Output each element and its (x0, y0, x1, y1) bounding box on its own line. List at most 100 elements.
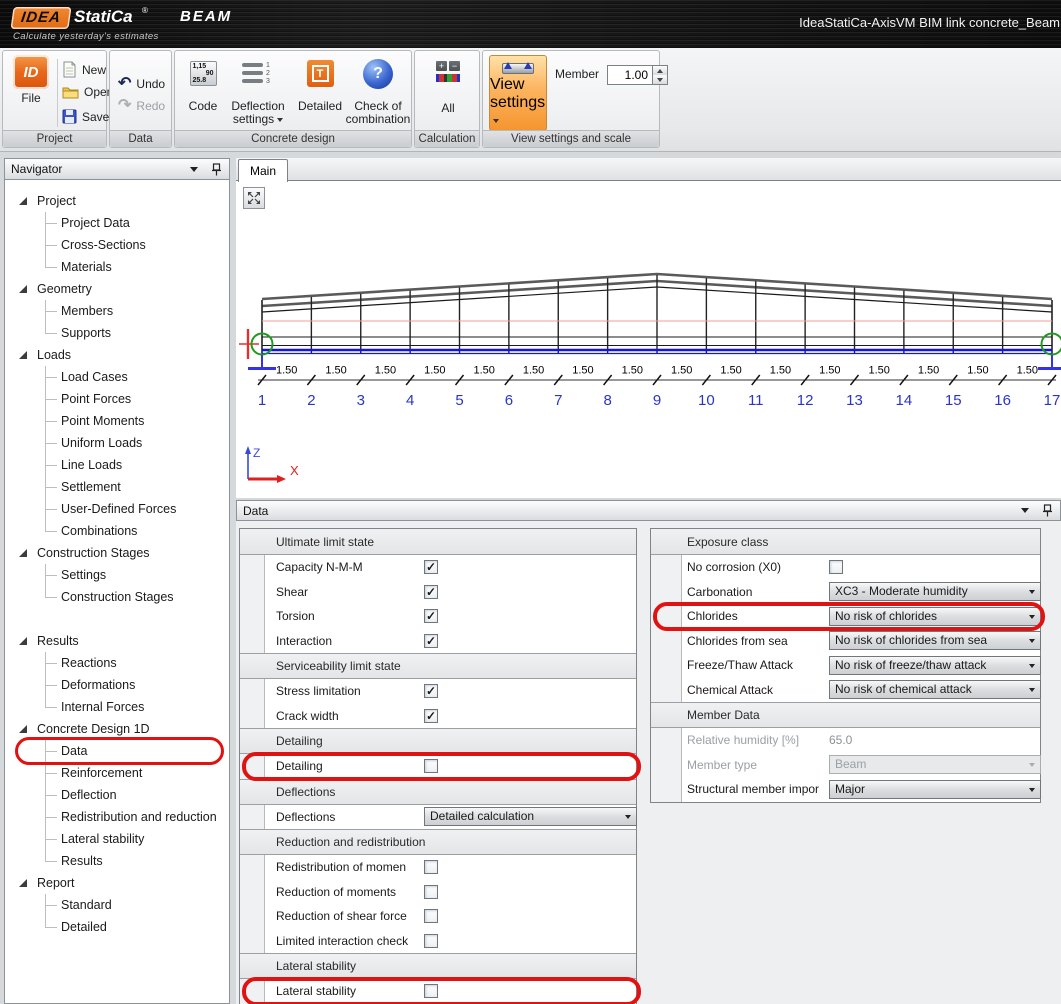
checkbox-capacity-n-m-m[interactable]: ✓ (424, 560, 438, 574)
tree-item-redistribution-and-reduction[interactable]: Redistribution and reduction (45, 806, 229, 828)
tree-item-combinations[interactable]: Combinations (45, 520, 229, 542)
expanded-triangle-icon[interactable] (19, 725, 27, 733)
tree-item-point-forces[interactable]: Point Forces (45, 388, 229, 410)
dropdown-freeze-thaw-attack[interactable]: No risk of freeze/thaw attack (829, 656, 1041, 675)
checkbox-shear[interactable]: ✓ (424, 585, 438, 599)
checkbox-crack-width[interactable]: ✓ (424, 709, 438, 723)
tree-item-detailed[interactable]: Detailed (45, 916, 229, 938)
zoom-extents-button[interactable] (243, 187, 265, 209)
open-folder-icon (62, 85, 79, 99)
dropdown-chlorides[interactable]: No risk of chlorides (829, 607, 1041, 626)
svg-text:2: 2 (307, 392, 315, 409)
tree-item-uniform-loads[interactable]: Uniform Loads (45, 432, 229, 454)
tree-item-construction-stages[interactable]: Construction Stages (45, 586, 229, 608)
checkbox-no-corrosion-x0[interactable] (829, 560, 843, 574)
tree-item-data[interactable]: Data (45, 740, 229, 762)
tree-item-supports[interactable]: Supports (45, 322, 229, 344)
svg-text:1.50: 1.50 (918, 365, 939, 377)
row-interaction: Interaction✓ (240, 629, 636, 654)
tree-group-results[interactable]: Results (11, 630, 229, 652)
member-scale-stepper[interactable] (653, 65, 668, 85)
expanded-triangle-icon[interactable] (19, 879, 27, 887)
pin-icon[interactable] (1043, 504, 1052, 517)
drawing-canvas[interactable]: 1.501.501.501.501.501.501.501.501.501.50… (236, 181, 1061, 498)
checkbox-reduction-of-moments[interactable] (424, 885, 438, 899)
checkbox-detailing[interactable] (424, 759, 438, 773)
expanded-triangle-icon[interactable] (19, 549, 27, 557)
tree-group-loads[interactable]: Loads (11, 344, 229, 366)
tree-item-point-moments[interactable]: Point Moments (45, 410, 229, 432)
expanded-triangle-icon[interactable] (19, 197, 27, 205)
dropdown-chlorides-from-sea[interactable]: No risk of chlorides from sea (829, 631, 1041, 650)
tree-group-report[interactable]: Report (11, 872, 229, 894)
tree-item-label: Lateral stability (61, 832, 144, 846)
tree-group-concrete-design-1d[interactable]: Concrete Design 1D (11, 718, 229, 740)
tree-item-lateral-stability[interactable]: Lateral stability (45, 828, 229, 850)
dropdown-deflections[interactable]: Detailed calculation (424, 807, 637, 826)
tree-item-deflection[interactable]: Deflection (45, 784, 229, 806)
checkbox-redistribution-of-momen[interactable] (424, 860, 438, 874)
dropdown-chemical-attack[interactable]: No risk of chemical attack (829, 680, 1041, 699)
expanded-triangle-icon[interactable] (19, 285, 27, 293)
row-carbonation: CarbonationXC3 - Moderate humidity (651, 580, 1040, 605)
expanded-triangle-icon[interactable] (19, 637, 27, 645)
checkbox-lateral-stability[interactable] (424, 984, 438, 998)
navigator-title: Navigator (11, 162, 62, 176)
svg-text:1.50: 1.50 (1017, 365, 1038, 377)
tree-item-project-data[interactable]: Project Data (45, 212, 229, 234)
checkbox-stress-limitation[interactable]: ✓ (424, 684, 438, 698)
stepper-down-icon[interactable] (653, 75, 667, 84)
view-settings-button[interactable]: View settings (489, 55, 547, 131)
tree-item-cross-sections[interactable]: Cross-Sections (45, 234, 229, 256)
checkbox-interaction[interactable]: ✓ (424, 634, 438, 648)
dropdown-structural-member-impor[interactable]: Major (829, 780, 1041, 799)
tree-item-internal-forces[interactable]: Internal Forces (45, 696, 229, 718)
tree-group-project[interactable]: Project (11, 190, 229, 212)
row-member-type: Member typeBeam (651, 753, 1040, 778)
tree-item-settlement[interactable]: Settlement (45, 476, 229, 498)
tree-item-label: Data (61, 744, 87, 758)
new-button[interactable]: New (62, 61, 106, 78)
calculate-all-button[interactable]: +− All (434, 61, 462, 115)
tree-item-members[interactable]: Members (45, 300, 229, 322)
expanded-triangle-icon[interactable] (19, 351, 27, 359)
checkbox-limited-interaction-check[interactable] (424, 934, 438, 948)
tree-item-settings[interactable]: Settings (45, 564, 229, 586)
chevron-down-icon (277, 118, 283, 122)
tree-item-standard[interactable]: Standard (45, 894, 229, 916)
file-button[interactable]: ID File (9, 55, 53, 105)
open-button[interactable]: Open (62, 85, 113, 99)
svg-text:3: 3 (357, 392, 365, 409)
checkbox-torsion[interactable]: ✓ (424, 609, 438, 623)
checkbox-reduction-of-shear-force[interactable] (424, 909, 438, 923)
tree-item-line-loads[interactable]: Line Loads (45, 454, 229, 476)
member-scale-input[interactable] (607, 65, 653, 85)
redo-button[interactable]: ↷Redo (118, 99, 165, 113)
tree-item-load-cases[interactable]: Load Cases (45, 366, 229, 388)
pin-icon[interactable] (212, 163, 221, 176)
tree-group-geometry[interactable]: Geometry (11, 278, 229, 300)
dropdown-carbonation[interactable]: XC3 - Moderate humidity (829, 582, 1041, 601)
tree-item-materials[interactable]: Materials (45, 256, 229, 278)
save-button[interactable]: Save (62, 109, 109, 124)
tree-item-deformations[interactable]: Deformations (45, 674, 229, 696)
tree-item-reactions[interactable]: Reactions (45, 652, 229, 674)
code-button[interactable]: 1,15 90 25.8 Code (183, 61, 223, 113)
tree-group-construction-stages[interactable]: Construction Stages (11, 542, 229, 564)
stepper-up-icon[interactable] (653, 66, 667, 75)
panel-dropdown-icon[interactable] (190, 167, 198, 172)
undo-button[interactable]: ↶Undo (118, 77, 165, 91)
row-label: Deflections (276, 805, 335, 830)
tree-item-results[interactable]: Results (45, 850, 229, 872)
detailed-button[interactable]: T Detailed (295, 60, 345, 113)
tree-item-user-defined-forces[interactable]: User-Defined Forces (45, 498, 229, 520)
tree-item-reinforcement[interactable]: Reinforcement (45, 762, 229, 784)
row-lateral-stability: Lateral stability (240, 979, 636, 1004)
panel-dropdown-icon[interactable] (1021, 508, 1029, 513)
deflection-settings-button[interactable]: 1 2 3 Deflection settings (225, 61, 291, 126)
check-of-combination-button[interactable]: ? Check of combination (345, 59, 411, 126)
row-reduction-of-moments: Reduction of moments (240, 880, 636, 905)
row-deflections: Deflections Detailed calculation (240, 805, 636, 830)
save-floppy-icon (62, 109, 77, 124)
tab-main[interactable]: Main (238, 159, 288, 182)
